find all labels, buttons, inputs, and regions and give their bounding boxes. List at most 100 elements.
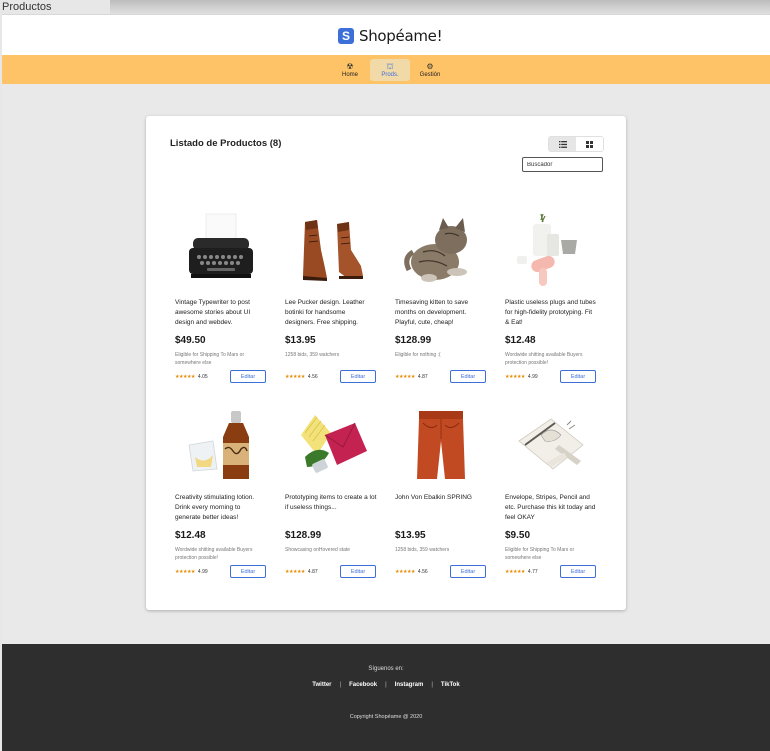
social-links: Twitter | Facebook | Instagram | TikTok	[2, 682, 770, 688]
rating-value: 4.87	[307, 569, 318, 575]
window-tab-shadow	[110, 0, 770, 14]
stars-icon: ★★★★★	[175, 374, 195, 380]
product-title: John Von Ebalkin SPRING	[395, 494, 472, 501]
grid-icon	[586, 140, 593, 148]
product-info: Wordwide shitting available Buyers prote…	[175, 547, 253, 561]
search-input[interactable]	[522, 157, 603, 172]
rating-value: 4.56	[417, 569, 428, 575]
product-card: Plastic useless plugs and tubes for high…	[505, 206, 615, 401]
nav-item-label: Prods.	[381, 71, 399, 78]
typewriter-image[interactable]	[175, 206, 267, 294]
stars-icon: ★★★★★	[285, 374, 305, 380]
product-info: 1258 bids, 359 watchers	[285, 352, 340, 358]
product-card: Envelope, Stripes, Pencil and etc. Purch…	[505, 401, 615, 596]
product-rating: ★★★★★ 4.99	[175, 569, 208, 575]
stars-icon: ★★★★★	[395, 374, 415, 380]
kit-image[interactable]	[505, 401, 597, 489]
edit-button[interactable]: Editar	[450, 370, 486, 383]
product-card: Lee Pucker design. Leather botinki for h…	[285, 206, 395, 401]
product-info: Eligible for nothing :(	[395, 352, 441, 358]
list-view-button[interactable]	[549, 137, 576, 151]
window-titlebar: Productos	[0, 0, 770, 14]
product-info: Eligible for Shipping To Mars or somewhe…	[505, 547, 575, 561]
plugs-image[interactable]	[505, 206, 597, 294]
product-rating: ★★★★★ 4.99	[505, 374, 538, 380]
kitten-image[interactable]	[395, 206, 487, 294]
link-separator: |	[339, 682, 342, 688]
edit-button[interactable]: Editar	[230, 370, 266, 383]
product-card: Timesaving kitten to save months on deve…	[395, 206, 505, 401]
rating-value: 4.05	[197, 374, 208, 380]
radioactive-icon: ☢	[346, 61, 354, 71]
product-price: $128.99	[285, 530, 322, 541]
edit-button[interactable]: Editar	[340, 370, 376, 383]
rating-value: 4.77	[527, 569, 538, 575]
rating-value: 4.99	[197, 569, 208, 575]
instagram-link[interactable]: Instagram	[395, 682, 424, 688]
product-title: Lee Pucker design. Leather botinki for h…	[285, 299, 365, 326]
product-price: $49.50	[175, 335, 206, 346]
product-title: Vintage Typewriter to post awesome stori…	[175, 299, 251, 326]
product-rating: ★★★★★ 4.77	[505, 569, 538, 575]
product-rating: ★★★★★ 4.56	[285, 374, 318, 380]
product-grid: Vintage Typewriter to post awesome stori…	[175, 206, 615, 596]
boots-image[interactable]	[285, 206, 377, 294]
gear-icon: ⚙	[426, 61, 434, 71]
product-rating: ★★★★★ 4.87	[285, 569, 318, 575]
nav-item-home[interactable]: ☢ Home	[330, 59, 370, 81]
product-title: Timesaving kitten to save months on deve…	[395, 299, 469, 326]
nav-item-label: Home	[341, 71, 358, 78]
product-rating: ★★★★★ 4.87	[395, 374, 428, 380]
stars-icon: ★★★★★	[175, 569, 195, 575]
rating-value: 4.99	[527, 374, 538, 380]
product-list-card: Listado de Productos (8) Buscador Vintag…	[146, 116, 626, 610]
product-title: Envelope, Stripes, Pencil and etc. Purch…	[505, 494, 596, 521]
copyright: Copyright Shopéame @ 2020	[349, 714, 423, 720]
rating-value: 4.87	[417, 374, 428, 380]
product-price: $128.99	[395, 335, 432, 346]
pants-image[interactable]	[395, 401, 487, 489]
bag-icon: ⛫	[386, 61, 394, 71]
link-separator: |	[385, 682, 387, 688]
stars-icon: ★★★★★	[505, 569, 525, 575]
edit-button[interactable]: Editar	[230, 565, 266, 578]
edit-button[interactable]: Editar	[340, 565, 376, 578]
product-rating: ★★★★★ 4.56	[395, 569, 428, 575]
product-card: Prototyping items to create a lot if use…	[285, 401, 395, 596]
product-rating: ★★★★★ 4.05	[175, 374, 208, 380]
stars-icon: ★★★★★	[505, 374, 525, 380]
edit-button[interactable]: Editar	[450, 565, 486, 578]
product-info: 1258 bids, 359 watchers	[395, 547, 450, 553]
product-card: John Von Ebalkin SPRING $13.95 1258 bids…	[395, 401, 505, 596]
app-frame: S Shopéame! ☢ Home ⛫ Prods. ⚙ Gestión Li…	[2, 14, 770, 751]
twitter-link[interactable]: Twitter	[312, 682, 331, 688]
header: S Shopéame!	[2, 14, 770, 55]
link-separator: |	[431, 682, 433, 688]
window-title: Productos	[2, 1, 52, 13]
view-toggle	[548, 136, 604, 152]
product-title: Plastic useless plugs and tubes for high…	[505, 299, 596, 326]
edit-button[interactable]: Editar	[560, 370, 596, 383]
product-info: Eligible for Shipping To Mars or somewhe…	[175, 352, 245, 366]
facebook-link[interactable]: Facebook	[349, 682, 377, 688]
envelope-pink-image[interactable]	[285, 401, 377, 489]
rating-value: 4.56	[307, 374, 318, 380]
grid-view-button[interactable]	[576, 137, 603, 151]
product-price: $12.48	[505, 335, 536, 346]
navbar: ☢ Home ⛫ Prods. ⚙ Gestión	[2, 55, 770, 84]
stars-icon: ★★★★★	[285, 569, 305, 575]
nav-item-management[interactable]: ⚙ Gestión	[410, 59, 450, 81]
brand[interactable]: S Shopéame!	[338, 27, 443, 45]
product-price: $12.48	[175, 530, 206, 541]
tiktok-link[interactable]: TikTok	[441, 682, 460, 688]
bottle-image[interactable]	[175, 401, 267, 489]
product-price: $13.95	[285, 335, 316, 346]
brand-name: Shopéame!	[359, 27, 443, 45]
brand-logo: S	[338, 28, 354, 44]
nav-item-products[interactable]: ⛫ Prods.	[370, 59, 410, 81]
product-title: Prototyping items to create a lot if use…	[285, 494, 377, 511]
footer: Síguenos en: Twitter | Facebook | Instag…	[2, 644, 770, 751]
product-card: Vintage Typewriter to post awesome stori…	[175, 206, 285, 401]
stars-icon: ★★★★★	[395, 569, 415, 575]
edit-button[interactable]: Editar	[560, 565, 596, 578]
